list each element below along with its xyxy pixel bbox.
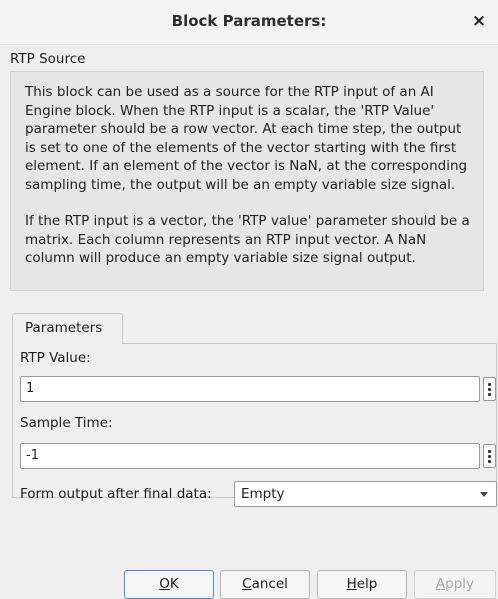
tab-parameters[interactable]: Parameters <box>12 313 123 344</box>
sample-time-input[interactable]: -1 <box>20 443 480 469</box>
form-output-label: Form output after final data: <box>20 486 212 502</box>
block-name: RTP Source <box>10 51 86 67</box>
sample-time-more-button[interactable] <box>483 444 496 468</box>
rtp-value-more-button[interactable] <box>483 377 496 401</box>
dot-icon <box>488 460 491 463</box>
dot-icon <box>488 388 491 391</box>
form-output-value: Empty <box>241 486 285 502</box>
dot-icon <box>488 393 491 396</box>
sample-time-label: Sample Time: <box>20 415 113 431</box>
dot-icon <box>488 383 491 386</box>
close-icon[interactable]: × <box>468 10 490 32</box>
ok-button[interactable]: OK <box>124 570 214 599</box>
help-button[interactable]: Help <box>317 570 407 599</box>
form-output-select[interactable]: Empty <box>234 481 497 507</box>
description-paragraph-1: This block can be used as a source for t… <box>25 84 468 193</box>
dot-icon <box>488 455 491 458</box>
chevron-down-icon <box>480 492 488 497</box>
description-paragraph-2: If the RTP input is a vector, the 'RTP v… <box>25 213 470 266</box>
window-title: Block Parameters: <box>171 12 327 30</box>
title-bar: Block Parameters: × <box>0 0 498 45</box>
apply-button[interactable]: Apply <box>414 570 496 599</box>
dot-icon <box>488 450 491 453</box>
cancel-button[interactable]: Cancel <box>220 570 310 599</box>
rtp-value-input[interactable]: 1 <box>20 376 480 402</box>
rtp-value-label: RTP Value: <box>20 350 91 366</box>
block-description: This block can be used as a source for t… <box>10 71 484 291</box>
